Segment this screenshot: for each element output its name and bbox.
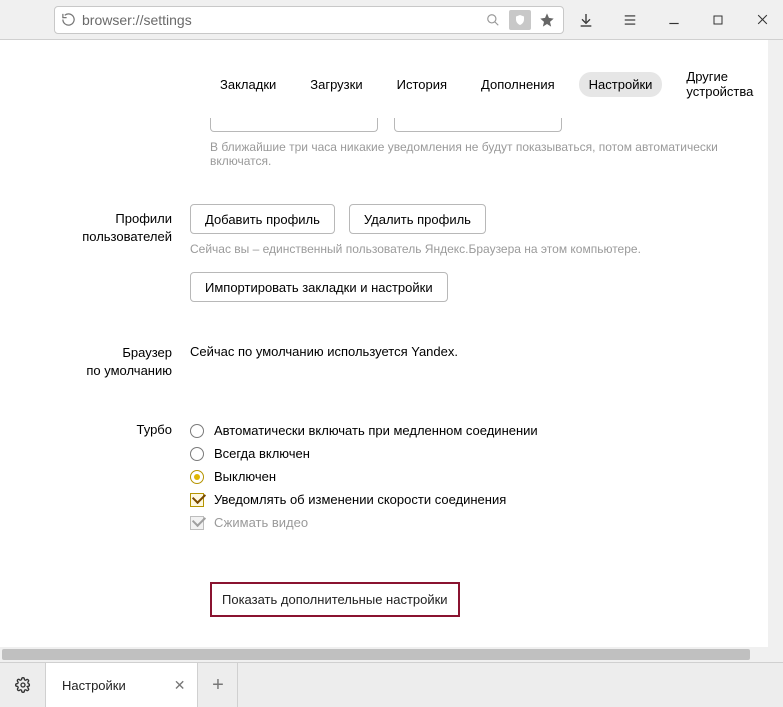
section-default-browser: Браузер по умолчанию Сейчас по умолчанию… [0, 338, 768, 379]
nav-settings[interactable]: Настройки [579, 72, 663, 97]
section-label-text: Профили [0, 210, 172, 228]
search-icon[interactable] [483, 10, 503, 30]
radio-icon [190, 424, 204, 438]
remove-profile-button[interactable]: Удалить профиль [349, 204, 486, 234]
section-label-text: пользователей [0, 228, 172, 246]
section-default-browser-label: Браузер по умолчанию [0, 338, 190, 379]
turbo-notify-checkbox[interactable]: Уведомлять об изменении скорости соедине… [190, 492, 748, 507]
settings-page: Закладки Загрузки История Дополнения Нас… [0, 40, 768, 647]
page-viewport: Закладки Загрузки История Дополнения Нас… [0, 40, 783, 662]
option-label: Сжимать видео [214, 515, 308, 530]
address-input[interactable] [76, 12, 483, 28]
shield-icon[interactable] [509, 10, 531, 30]
close-icon[interactable] [740, 0, 783, 40]
gear-icon[interactable] [0, 663, 46, 707]
truncated-button-2[interactable] [394, 118, 562, 132]
tab-close-icon[interactable]: ✕ [174, 677, 186, 694]
add-profile-button[interactable]: Добавить профиль [190, 204, 335, 234]
downloads-icon[interactable] [564, 0, 608, 40]
nav-downloads[interactable]: Загрузки [300, 72, 372, 97]
section-profiles-label: Профили пользователей [0, 204, 190, 302]
section-label-text: Браузер [0, 344, 172, 362]
checkbox-icon [190, 493, 204, 507]
import-button[interactable]: Импортировать закладки и настройки [190, 272, 448, 302]
browser-tab-settings[interactable]: Настройки ✕ [46, 663, 198, 707]
address-bar-right [483, 10, 557, 30]
reload-icon[interactable] [61, 12, 76, 27]
browser-chrome-bar [0, 0, 783, 40]
checkbox-icon [190, 516, 204, 530]
vertical-scrollbar[interactable] [768, 40, 783, 662]
show-advanced-settings-link[interactable]: Показать дополнительные настройки [210, 582, 460, 617]
section-profiles: Профили пользователей Добавить профиль У… [0, 204, 768, 302]
turbo-option-auto[interactable]: Автоматически включать при медленном сое… [190, 423, 748, 438]
nav-addons[interactable]: Дополнения [471, 72, 565, 97]
browser-tab-strip: Настройки ✕ + [0, 662, 783, 707]
section-turbo: Турбо Автоматически включать при медленн… [0, 415, 768, 538]
notifications-hint: В ближайшие три часа никакие уведомления… [210, 140, 768, 168]
option-label: Автоматически включать при медленном сое… [214, 423, 538, 438]
address-bar[interactable] [54, 6, 564, 34]
truncated-button-1[interactable] [210, 118, 378, 132]
turbo-option-on[interactable]: Всегда включен [190, 446, 748, 461]
new-tab-button[interactable]: + [198, 663, 238, 707]
horizontal-scrollbar[interactable] [0, 647, 768, 662]
option-label: Уведомлять об изменении скорости соедине… [214, 492, 506, 507]
radio-icon [190, 470, 204, 484]
settings-nav: Закладки Загрузки История Дополнения Нас… [210, 40, 768, 118]
default-browser-text: Сейчас по умолчанию используется Yandex. [190, 344, 458, 359]
minimize-icon[interactable] [652, 0, 696, 40]
nav-other-devices[interactable]: Другие устройства [676, 64, 763, 104]
section-label-text: Турбо [0, 421, 172, 439]
nav-history[interactable]: История [387, 72, 457, 97]
menu-icon[interactable] [608, 0, 652, 40]
section-turbo-label: Турбо [0, 415, 190, 538]
turbo-compress-checkbox: Сжимать видео [190, 515, 748, 530]
option-label: Всегда включен [214, 446, 310, 461]
star-icon[interactable] [537, 10, 557, 30]
maximize-icon[interactable] [696, 0, 740, 40]
option-label: Выключен [214, 469, 276, 484]
window-controls [564, 0, 783, 40]
turbo-option-off[interactable]: Выключен [190, 469, 748, 484]
nav-bookmarks[interactable]: Закладки [210, 72, 286, 97]
truncated-buttons [210, 118, 768, 132]
radio-icon [190, 447, 204, 461]
profiles-hint: Сейчас вы – единственный пользователь Ян… [190, 242, 748, 256]
section-label-text: по умолчанию [0, 362, 172, 380]
browser-tab-title: Настройки [62, 678, 126, 693]
